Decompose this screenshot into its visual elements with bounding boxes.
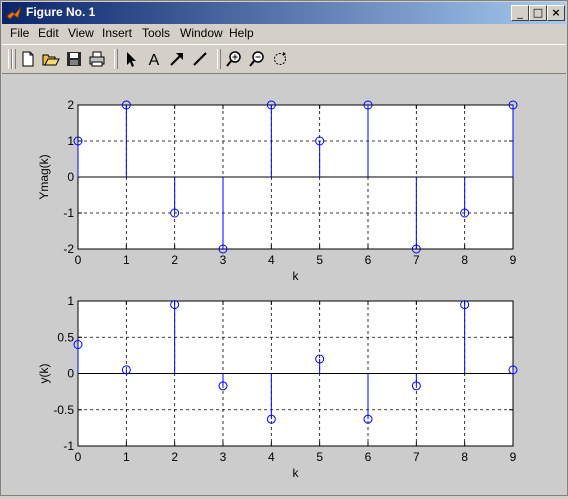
menu-edit[interactable]: Edit xyxy=(38,26,59,40)
chart-1-y-tick-label: 1 xyxy=(67,294,74,308)
zoom-in-button[interactable] xyxy=(223,48,245,70)
toolbar: A xyxy=(2,44,566,74)
text-A-icon: A xyxy=(149,52,160,68)
chart-1-y-tick-label: 0.5 xyxy=(57,330,74,344)
chart-1-x-tick-label: 8 xyxy=(461,450,468,464)
chart-1-x-tick-label: 9 xyxy=(510,450,517,464)
chart-1-y-tick-label: -0.5 xyxy=(53,403,74,417)
maximize-button[interactable]: □ xyxy=(529,5,547,21)
menu-file[interactable]: File xyxy=(10,26,29,40)
figure-window: Figure No. 1 _ □ × File Edit View Insert… xyxy=(0,0,568,496)
chart-1-x-tick-label: 5 xyxy=(316,450,323,464)
rotate-icon xyxy=(274,52,286,65)
chart-0-y-tick-label: 0 xyxy=(67,170,74,184)
toolbar-grip[interactable] xyxy=(12,49,16,69)
chart-1-x-tick-label: 4 xyxy=(268,450,275,464)
title-bar[interactable]: Figure No. 1 _ □ × xyxy=(2,2,566,24)
chart-0-x-tick-label: 7 xyxy=(413,253,420,267)
text-tool-glyph: A xyxy=(149,52,160,68)
chart-0-x-axis-label: k xyxy=(293,269,300,283)
chart-1-x-tick-label: 7 xyxy=(413,450,420,464)
insert-line-button[interactable] xyxy=(189,48,211,70)
edit-plot-button[interactable] xyxy=(120,48,142,70)
chart-1-x-tick-label: 3 xyxy=(220,450,227,464)
chart-1-x-tick-label: 0 xyxy=(75,450,82,464)
zoom-out-button[interactable] xyxy=(246,48,268,70)
line-icon xyxy=(193,52,207,66)
chart-0-x-tick-label: 3 xyxy=(220,253,227,267)
chart-0-x-tick-label: 4 xyxy=(268,253,275,267)
zoom-out-icon xyxy=(249,51,264,67)
menu-view[interactable]: View xyxy=(68,26,94,40)
chart-1-y-tick-label: -1 xyxy=(63,439,74,453)
plots-svg: 0 1 2 3 4 5 6 7 8 9-2-1012kYmag(k)0 1 2 3 4 5 6 7 8 9-1-0.… xyxy=(37,98,518,480)
chart-0-x-tick-label: 6 xyxy=(365,253,372,267)
menu-bar: File Edit View Insert Tools Window Help xyxy=(2,24,566,43)
chart-1-x-tick-label: 1 xyxy=(123,450,130,464)
chart-1-x-tick-label: 6 xyxy=(365,450,372,464)
chart-0-x-tick-label: 1 xyxy=(123,253,130,267)
menu-tools[interactable]: Tools xyxy=(142,26,170,40)
menu-insert[interactable]: Insert xyxy=(102,26,132,40)
chart-0-y-tick-label: -1 xyxy=(63,206,74,220)
arrow-icon xyxy=(170,53,183,66)
save-icon xyxy=(67,52,81,66)
print-button[interactable] xyxy=(86,48,108,70)
open-icon xyxy=(42,54,60,66)
insert-arrow-button[interactable] xyxy=(166,48,188,70)
chart-1-x-axis-label: k xyxy=(293,466,300,480)
save-button[interactable] xyxy=(63,48,85,70)
menu-window[interactable]: Window xyxy=(180,26,223,40)
chart-0-y-tick-label: 2 xyxy=(67,98,74,112)
chart-0-x-tick-label: 0 xyxy=(75,253,82,267)
chart-0-x-tick-label: 9 xyxy=(510,253,517,267)
rotate-3d-button[interactable] xyxy=(269,48,291,70)
chart-0-x-tick-label: 8 xyxy=(461,253,468,267)
insert-text-button[interactable]: A xyxy=(143,48,165,70)
figure-canvas: 0 1 2 3 4 5 6 7 8 9 -2 -1 0 1 2 k Ymag(k) 0 1 2 3 4 5 6 7 8 9 -1 -0.… xyxy=(2,74,566,494)
chart-0-y-tick-label: -2 xyxy=(63,242,74,256)
print-icon xyxy=(89,51,105,67)
chart-0-y-axis-label: Ymag(k) xyxy=(37,154,51,199)
chart-0-x-tick-label: 2 xyxy=(171,253,178,267)
chart-0-y-tick-label: 1 xyxy=(67,134,74,148)
open-file-button[interactable] xyxy=(40,48,62,70)
zoom-in-icon xyxy=(226,51,241,67)
toolbar-separator xyxy=(217,49,221,69)
chart-1-y-axis-label: y(k) xyxy=(37,364,51,384)
toolbar-separator xyxy=(114,49,118,69)
chart-0-x-tick-label: 5 xyxy=(316,253,323,267)
window-title: Figure No. 1 xyxy=(26,5,96,19)
chart-1-y-tick-label: 0 xyxy=(67,367,74,381)
new-figure-button[interactable] xyxy=(17,48,39,70)
matlab-logo-icon xyxy=(6,6,22,20)
chart-1-x-tick-label: 2 xyxy=(171,450,178,464)
new-icon xyxy=(22,51,34,67)
close-button[interactable]: × xyxy=(547,5,565,21)
menu-help[interactable]: Help xyxy=(229,26,254,40)
minimize-button[interactable]: _ xyxy=(511,5,529,21)
select-arrow-icon xyxy=(127,52,136,67)
